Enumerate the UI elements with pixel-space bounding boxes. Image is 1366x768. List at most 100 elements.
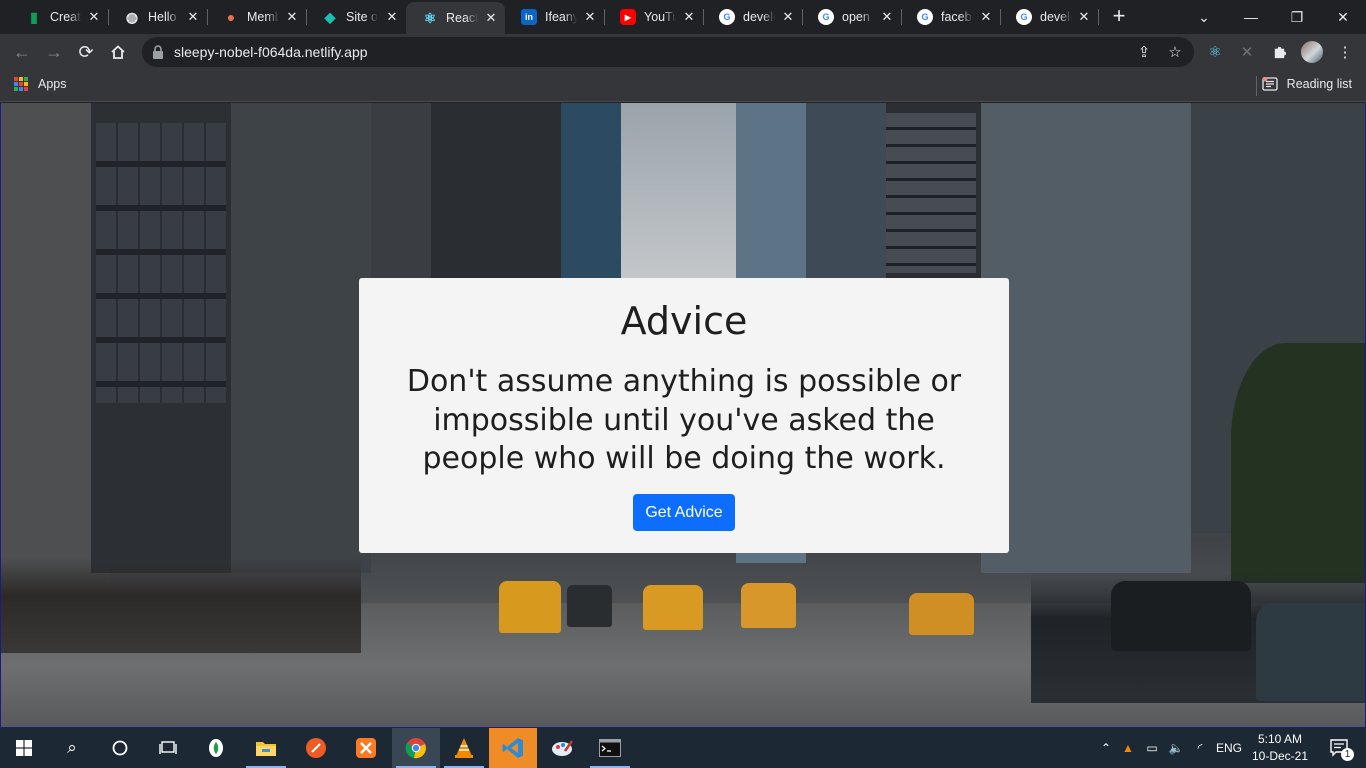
vpn-shield-icon[interactable] (192, 728, 240, 768)
browser-tab[interactable]: Gfacebo ✕ (901, 0, 1001, 34)
tab-title: Memb (247, 10, 279, 24)
postman-icon[interactable] (292, 728, 340, 768)
browser-tab[interactable]: ▮ Creatin ✕ (10, 0, 109, 34)
tab-close-icon[interactable]: ✕ (879, 9, 895, 25)
browser-tab[interactable]: ◆ Site ov ✕ (306, 0, 406, 34)
battery-icon[interactable]: ▭ (1140, 741, 1164, 755)
windows-taskbar: ⌕ ⌃ ▲ ▭ 🔈 ◜ ENG 5:10 AM 10-Dec-21 1 (0, 728, 1366, 768)
google-icon: G (1016, 9, 1032, 25)
advice-title: Advice (620, 299, 748, 343)
tab-close-icon[interactable]: ✕ (185, 9, 201, 25)
tab-close-icon[interactable]: ✕ (582, 9, 598, 25)
bookmark-star-icon[interactable]: ☆ (1166, 43, 1184, 61)
reading-list-label: Reading list (1286, 77, 1352, 91)
browser-tab[interactable]: ⚛ React A ✕ (406, 2, 505, 34)
tab-title: Ifeanyi (545, 10, 577, 24)
task-view-icon[interactable] (144, 728, 192, 768)
browser-tab[interactable]: ▶ YouTub ✕ (604, 0, 704, 34)
browser-tab[interactable]: in Ifeanyi ✕ (505, 0, 605, 34)
globe-icon: ◍ (125, 8, 139, 25)
xampp-icon[interactable] (342, 728, 390, 768)
forward-icon[interactable]: → (40, 38, 68, 66)
browser-tab[interactable]: ● Memb ✕ (207, 0, 307, 34)
terminal-icon[interactable] (586, 728, 634, 768)
browser-toolbar: ← → ⟳ sleepy-nobel-f064da.netlify.app ⇪ … (0, 34, 1366, 70)
bookmarks-bar: Apps Reading list (0, 70, 1366, 102)
browser-tab[interactable]: Gopen s ✕ (802, 0, 902, 34)
extensions-puzzle-icon[interactable] (1269, 42, 1289, 62)
search-icon[interactable]: ⌕ (48, 728, 96, 768)
lock-icon (153, 45, 163, 59)
tab-close-icon[interactable]: ✕ (86, 9, 102, 25)
tab-title: YouTub (644, 10, 676, 24)
tab-title: facebo (941, 10, 973, 24)
vlc-icon[interactable] (440, 728, 488, 768)
windows-start-icon[interactable] (0, 728, 48, 768)
advice-card: Advice Don't assume anything is possible… (359, 278, 1009, 553)
tab-title: React A (446, 11, 478, 25)
tab-title: develo (1040, 10, 1072, 24)
apps-shortcut[interactable]: Apps (14, 77, 67, 91)
clock-date: 10-Dec-21 (1251, 749, 1309, 763)
wifi-icon[interactable]: ◜ (1188, 741, 1212, 755)
file-explorer-icon[interactable] (242, 728, 290, 768)
tab-search-icon[interactable]: ⌄ (1181, 0, 1227, 34)
vscode-icon[interactable] (489, 728, 537, 768)
share-icon[interactable]: ⇪ (1135, 43, 1153, 61)
tab-close-icon[interactable]: ✕ (780, 9, 796, 25)
tab-close-icon[interactable]: ✕ (384, 9, 400, 25)
apps-label: Apps (38, 77, 67, 91)
reading-list-button[interactable]: Reading list (1262, 77, 1352, 91)
tab-title: Creatin (50, 10, 82, 24)
youtube-icon: ▶ (620, 9, 636, 25)
home-icon[interactable] (104, 38, 132, 66)
address-bar[interactable]: sleepy-nobel-f064da.netlify.app ⇪ ☆ (142, 37, 1194, 67)
react-devtools-icon[interactable]: ⚛ (1205, 42, 1225, 62)
browser-tab[interactable]: Gdevelo ✕ (1000, 0, 1099, 34)
close-window-button[interactable]: ✕ (1320, 0, 1366, 34)
back-icon[interactable]: ← (8, 38, 36, 66)
clock[interactable]: 5:10 AM 10-Dec-21 (1250, 731, 1310, 765)
bookmarks-divider (1256, 76, 1257, 96)
system-tray: ⌃ ▲ ▭ 🔈 ◜ ENG (1096, 728, 1246, 768)
cortana-icon[interactable] (96, 728, 144, 768)
tab-title: Hello W (148, 10, 180, 24)
paint-icon[interactable] (538, 728, 586, 768)
language-indicator[interactable]: ENG (1212, 741, 1246, 755)
url-text[interactable]: sleepy-nobel-f064da.netlify.app (174, 44, 368, 60)
profile-avatar[interactable] (1301, 41, 1323, 63)
chrome-icon[interactable] (392, 728, 440, 768)
tab-strip: ▮ Creatin ✕ ◍ Hello W ✕ ● Memb ✕ ◆ Site ov ✕ ⚛ React … (0, 0, 1366, 34)
react-icon: ⚛ (423, 9, 437, 26)
new-tab-button[interactable]: + (1108, 5, 1130, 28)
sheets-icon: ▮ (30, 8, 38, 25)
restore-button[interactable]: ❐ (1274, 0, 1320, 34)
vlc-tray-icon[interactable]: ▲ (1116, 741, 1140, 755)
browser-tab[interactable]: ◍ Hello W ✕ (108, 0, 208, 34)
tab-close-icon[interactable]: ✕ (284, 9, 300, 25)
google-icon: G (917, 9, 933, 25)
tab-separator (1098, 9, 1099, 25)
volume-icon[interactable]: 🔈 (1164, 741, 1188, 755)
show-hidden-icons-chevron-icon[interactable]: ⌃ (1096, 741, 1116, 755)
clock-time: 5:10 AM (1257, 732, 1303, 746)
menu-kebab-icon[interactable]: ⋮ (1335, 42, 1355, 62)
tab-close-icon[interactable]: ✕ (483, 10, 499, 26)
tab-title: Site ov (346, 10, 378, 24)
advice-text: Don't assume anything is possible or imp… (406, 364, 962, 476)
reading-list-icon (1262, 77, 1278, 91)
browser-tab[interactable]: Gdevelo ✕ (703, 0, 803, 34)
tab-close-icon[interactable]: ✕ (1076, 9, 1092, 25)
minimize-button[interactable]: — (1228, 0, 1274, 34)
get-advice-button[interactable]: Get Advice (633, 493, 735, 531)
reload-icon[interactable]: ⟳ (72, 38, 100, 66)
tab-close-icon[interactable]: ✕ (978, 9, 994, 25)
notification-center-icon[interactable]: 1 (1318, 728, 1362, 768)
linkedin-icon: in (521, 9, 537, 25)
tab-close-icon[interactable]: ✕ (681, 9, 697, 25)
google-icon: G (719, 9, 735, 25)
tab-title: develo (743, 10, 775, 24)
extension-x-icon[interactable]: ✕ (1237, 42, 1257, 62)
google-icon: G (818, 9, 834, 25)
netlify-icon: ◆ (324, 8, 336, 25)
